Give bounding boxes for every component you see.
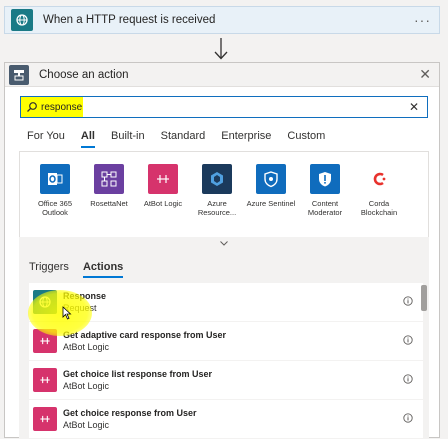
results-area: Triggers Actions Response Request Get ad… bbox=[19, 249, 429, 439]
more-options-button[interactable]: ··· bbox=[414, 12, 431, 28]
atbot-icon bbox=[33, 407, 57, 431]
scroll-thumb[interactable] bbox=[421, 285, 427, 311]
panel-header: Choose an action ✕ bbox=[5, 63, 439, 87]
globe-icon bbox=[11, 9, 33, 31]
tab-built-in[interactable]: Built-in bbox=[111, 130, 145, 148]
tab-all[interactable]: All bbox=[80, 130, 95, 148]
connector-atbot-logic[interactable]: AtBot Logic bbox=[136, 164, 190, 243]
connector-content-moderator[interactable]: Content Moderator bbox=[298, 164, 352, 243]
trigger-card[interactable]: When a HTTP request is received ··· bbox=[4, 6, 440, 34]
tab-for-you[interactable]: For You bbox=[27, 130, 65, 148]
sentinel-icon bbox=[256, 164, 286, 194]
item-subtitle: AtBot Logic bbox=[63, 342, 110, 352]
outlook-icon bbox=[40, 164, 70, 194]
connector-label: Office 365 Outlook bbox=[37, 199, 73, 217]
action-icon bbox=[9, 64, 29, 85]
mouse-cursor-icon bbox=[62, 306, 72, 320]
connectors-grid: Office 365 Outlook RosettaNet AtBot Logi… bbox=[19, 151, 429, 243]
connector-azure-resource[interactable]: Azure Resource... bbox=[190, 164, 244, 243]
list-item-response[interactable]: Response Request bbox=[29, 283, 423, 321]
tab-enterprise[interactable]: Enterprise bbox=[221, 130, 271, 148]
search-icon bbox=[27, 102, 37, 112]
connector-rosettanet[interactable]: RosettaNet bbox=[82, 164, 136, 243]
atbot-icon bbox=[33, 329, 57, 353]
list-item-adaptive-card[interactable]: Get adaptive card response from User AtB… bbox=[29, 322, 423, 360]
content-moderator-icon bbox=[310, 164, 340, 194]
tab-actions[interactable]: Actions bbox=[82, 261, 124, 278]
collapse-connectors-button[interactable] bbox=[19, 237, 429, 249]
connector-office-365-outlook[interactable]: Office 365 Outlook bbox=[28, 164, 82, 243]
arrow-down-icon bbox=[214, 38, 228, 60]
connector-corda-blockchain[interactable]: Corda Blockchain bbox=[352, 164, 406, 243]
atbot-icon bbox=[33, 368, 57, 392]
rosettanet-icon bbox=[94, 164, 124, 194]
item-title: Get adaptive card response from User bbox=[63, 330, 227, 340]
item-title: Get choice list response from User bbox=[63, 369, 213, 379]
item-subtitle: AtBot Logic bbox=[63, 420, 110, 430]
category-tabs: For You All Built-in Standard Enterprise… bbox=[27, 130, 341, 148]
scrollbar[interactable] bbox=[421, 283, 427, 433]
item-title: Get choice response from User bbox=[63, 408, 197, 418]
list-item-choice-list[interactable]: Get choice list response from User AtBot… bbox=[29, 361, 423, 399]
tab-custom[interactable]: Custom bbox=[287, 130, 325, 148]
chevron-down-icon bbox=[220, 240, 228, 246]
tab-standard[interactable]: Standard bbox=[161, 130, 206, 148]
search-input[interactable] bbox=[41, 101, 381, 113]
connector-label: AtBot Logic bbox=[143, 199, 183, 208]
actions-list: Response Request Get adaptive card respo… bbox=[29, 283, 423, 439]
tab-triggers[interactable]: Triggers bbox=[29, 261, 69, 278]
result-tabs: Triggers Actions bbox=[29, 261, 137, 278]
info-icon[interactable] bbox=[403, 413, 413, 423]
connector-label: RosettaNet bbox=[90, 199, 128, 208]
corda-icon bbox=[364, 164, 394, 194]
atbot-icon bbox=[148, 164, 178, 194]
choose-action-panel: Choose an action ✕ ✕ For You All Built-i… bbox=[4, 62, 440, 439]
connector-label: Azure Resource... bbox=[197, 199, 237, 217]
info-icon[interactable] bbox=[403, 296, 413, 306]
connector-label: Azure Sentinel bbox=[246, 199, 296, 208]
globe-icon bbox=[33, 290, 57, 314]
search-box[interactable]: ✕ bbox=[20, 96, 428, 118]
connector-label: Content Moderator bbox=[307, 199, 343, 217]
clear-search-button[interactable]: ✕ bbox=[409, 100, 419, 114]
info-icon[interactable] bbox=[403, 335, 413, 345]
info-icon[interactable] bbox=[403, 374, 413, 384]
item-subtitle: AtBot Logic bbox=[63, 381, 110, 391]
item-title: Response bbox=[63, 291, 107, 301]
azure-resource-icon bbox=[202, 164, 232, 194]
connector-label: Corda Blockchain bbox=[360, 199, 398, 217]
connector-azure-sentinel[interactable]: Azure Sentinel bbox=[244, 164, 298, 243]
panel-title: Choose an action bbox=[39, 68, 129, 81]
list-item-choice-response[interactable]: Get choice response from User AtBot Logi… bbox=[29, 400, 423, 438]
close-button[interactable]: ✕ bbox=[419, 67, 431, 81]
trigger-title: When a HTTP request is received bbox=[43, 14, 216, 26]
